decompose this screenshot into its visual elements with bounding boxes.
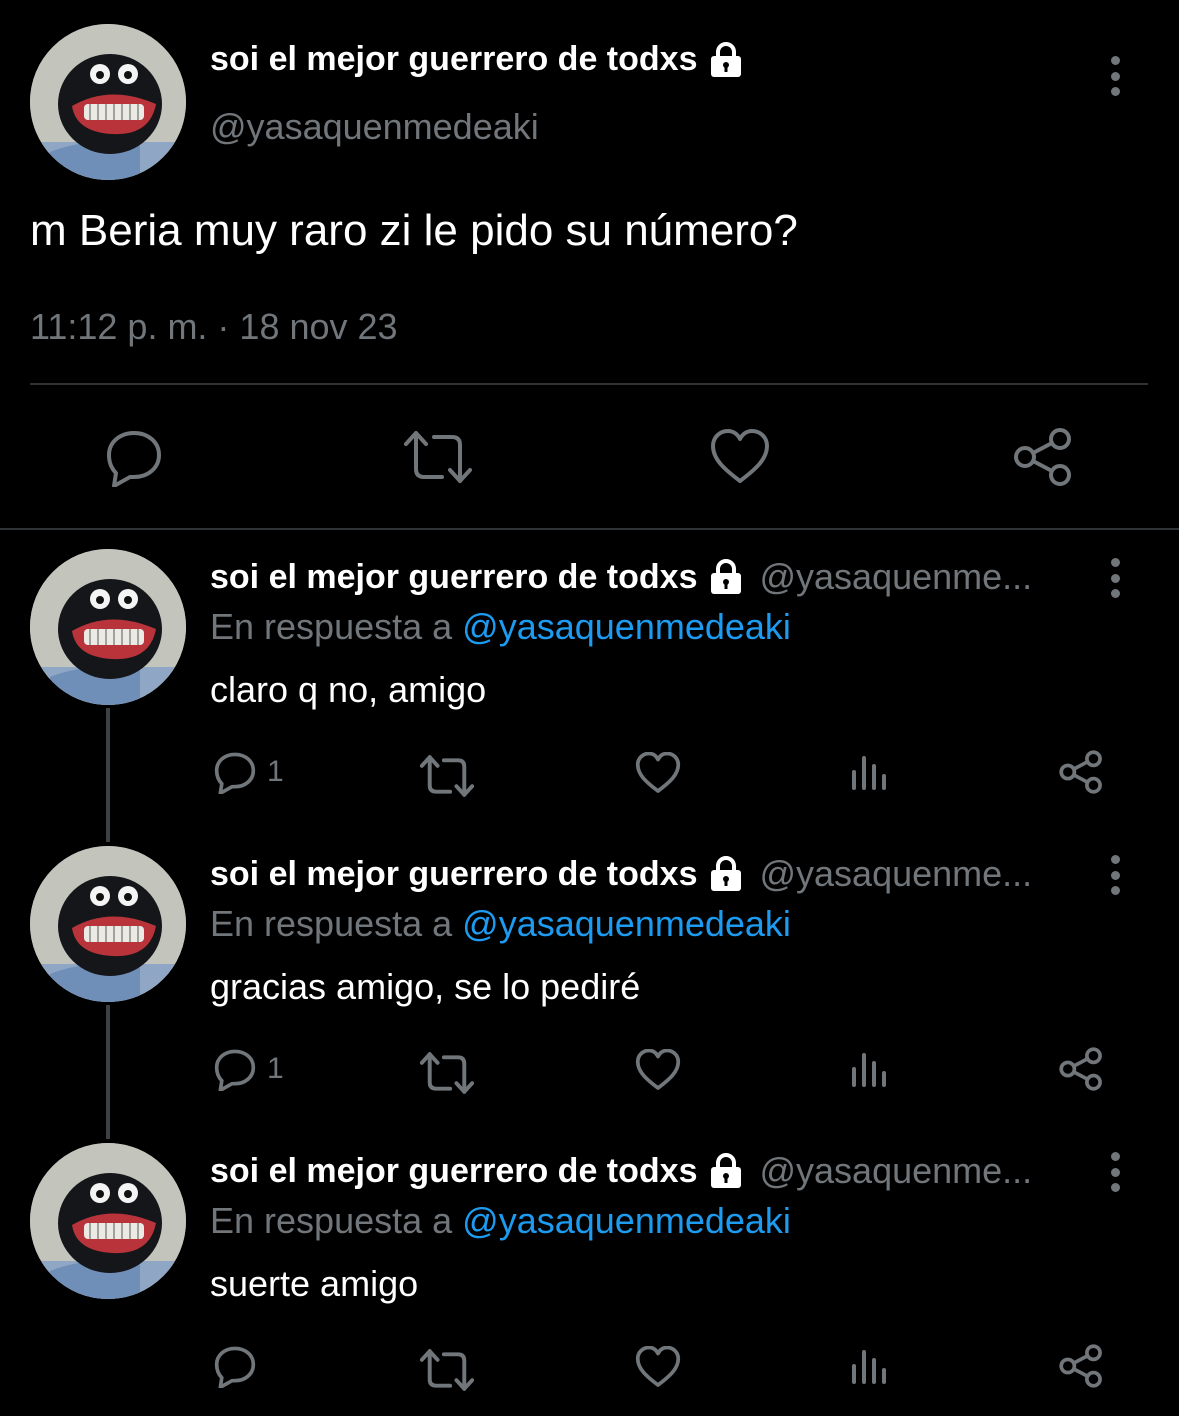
reply-header[interactable]: soi el mejor guerrero de todxs @yasaquen…: [210, 556, 1032, 598]
analytics-icon: [852, 1350, 886, 1384]
analytics-icon: [852, 756, 886, 790]
retweet-icon: [420, 1349, 474, 1391]
share-button[interactable]: [1058, 750, 1104, 794]
share-button[interactable]: [1058, 1047, 1104, 1091]
reply-prefix: En respuesta a: [210, 606, 453, 647]
reply-button[interactable]: [104, 427, 164, 487]
tweet-text: claro q no, amigo: [210, 669, 487, 710]
reply-prefix: En respuesta a: [210, 903, 453, 944]
retweet-button[interactable]: [420, 1051, 474, 1095]
handle[interactable]: @yasaquenme...: [759, 556, 1032, 598]
reply-icon: [214, 1049, 256, 1091]
share-icon: [1059, 750, 1102, 794]
display-name[interactable]: soi el mejor guerrero de todxs: [210, 558, 697, 597]
reply-button[interactable]: 1: [213, 1047, 284, 1091]
more-icon[interactable]: [1103, 554, 1127, 602]
avatar[interactable]: [30, 24, 186, 180]
retweet-button[interactable]: [404, 429, 472, 485]
views-button[interactable]: [850, 752, 890, 792]
reply-count: 1: [267, 1052, 284, 1085]
reply-icon: [214, 752, 256, 794]
heart-icon: [635, 1049, 681, 1090]
heart-icon: [635, 1346, 681, 1387]
avatar[interactable]: [30, 846, 186, 1002]
handle[interactable]: @yasaquenme...: [759, 1150, 1032, 1192]
share-icon: [1059, 1344, 1102, 1388]
share-icon: [1014, 428, 1071, 486]
like-button[interactable]: [635, 1346, 681, 1388]
reply-icon: [214, 1346, 256, 1388]
retweet-button[interactable]: [420, 754, 474, 798]
retweet-icon: [420, 1052, 474, 1094]
timestamp[interactable]: 11:12 p. m. · 18 nov 23: [30, 306, 398, 348]
lock-icon: [711, 1153, 742, 1188]
views-button[interactable]: [850, 1346, 890, 1386]
lock-icon: [711, 559, 742, 594]
lock-icon: [711, 41, 742, 77]
tweet-text: m Beria muy raro zi le pido su número?: [30, 206, 798, 255]
share-button[interactable]: [1012, 427, 1074, 487]
reply-count: 1: [267, 755, 284, 788]
more-icon[interactable]: [1103, 52, 1127, 100]
display-name-text: soi el mejor guerrero de todxs: [210, 40, 698, 78]
mention-link[interactable]: @yasaquenmedeaki: [462, 1200, 791, 1241]
thread-line: [106, 1005, 110, 1139]
handle[interactable]: @yasaquenme...: [759, 853, 1032, 895]
mention-link[interactable]: @yasaquenmedeaki: [462, 903, 791, 944]
share-icon: [1059, 1047, 1102, 1091]
display-name[interactable]: soi el mejor guerrero de todxs: [210, 855, 697, 894]
heart-icon: [635, 752, 681, 793]
reply-icon: [107, 431, 161, 487]
heart-icon: [711, 429, 769, 483]
display-name[interactable]: soi el mejor guerrero de todxs: [210, 40, 745, 79]
tweet-text: gracias amigo, se lo pediré: [210, 966, 641, 1007]
reply-button[interactable]: 1: [213, 750, 284, 794]
retweet-button[interactable]: [420, 1348, 474, 1392]
reply-button[interactable]: [213, 1344, 267, 1388]
like-button[interactable]: [635, 1049, 681, 1091]
avatar[interactable]: [30, 1143, 186, 1299]
tweet-text: suerte amigo: [210, 1263, 419, 1304]
views-button[interactable]: [850, 1049, 890, 1089]
avatar[interactable]: [30, 549, 186, 705]
analytics-icon: [852, 1053, 886, 1087]
mention-link[interactable]: @yasaquenmedeaki: [462, 606, 791, 647]
reply-context: En respuesta a @yasaquenmedeaki: [210, 1200, 791, 1242]
like-button[interactable]: [710, 429, 770, 485]
retweet-icon: [420, 755, 474, 797]
section-divider: [0, 528, 1179, 530]
reply-header[interactable]: soi el mejor guerrero de todxs @yasaquen…: [210, 853, 1032, 895]
reply-context: En respuesta a @yasaquenmedeaki: [210, 903, 791, 945]
retweet-icon: [404, 431, 472, 483]
thread-line: [106, 708, 110, 842]
divider: [30, 383, 1148, 385]
more-icon[interactable]: [1103, 851, 1127, 899]
display-name[interactable]: soi el mejor guerrero de todxs: [210, 1152, 697, 1191]
share-button[interactable]: [1058, 1344, 1104, 1388]
reply-prefix: En respuesta a: [210, 1200, 453, 1241]
reply-header[interactable]: soi el mejor guerrero de todxs @yasaquen…: [210, 1150, 1032, 1192]
handle[interactable]: @yasaquenmedeaki: [210, 106, 539, 148]
more-icon[interactable]: [1103, 1148, 1127, 1196]
reply-context: En respuesta a @yasaquenmedeaki: [210, 606, 791, 648]
action-bar: [0, 425, 1179, 495]
like-button[interactable]: [635, 752, 681, 794]
lock-icon: [711, 856, 742, 891]
